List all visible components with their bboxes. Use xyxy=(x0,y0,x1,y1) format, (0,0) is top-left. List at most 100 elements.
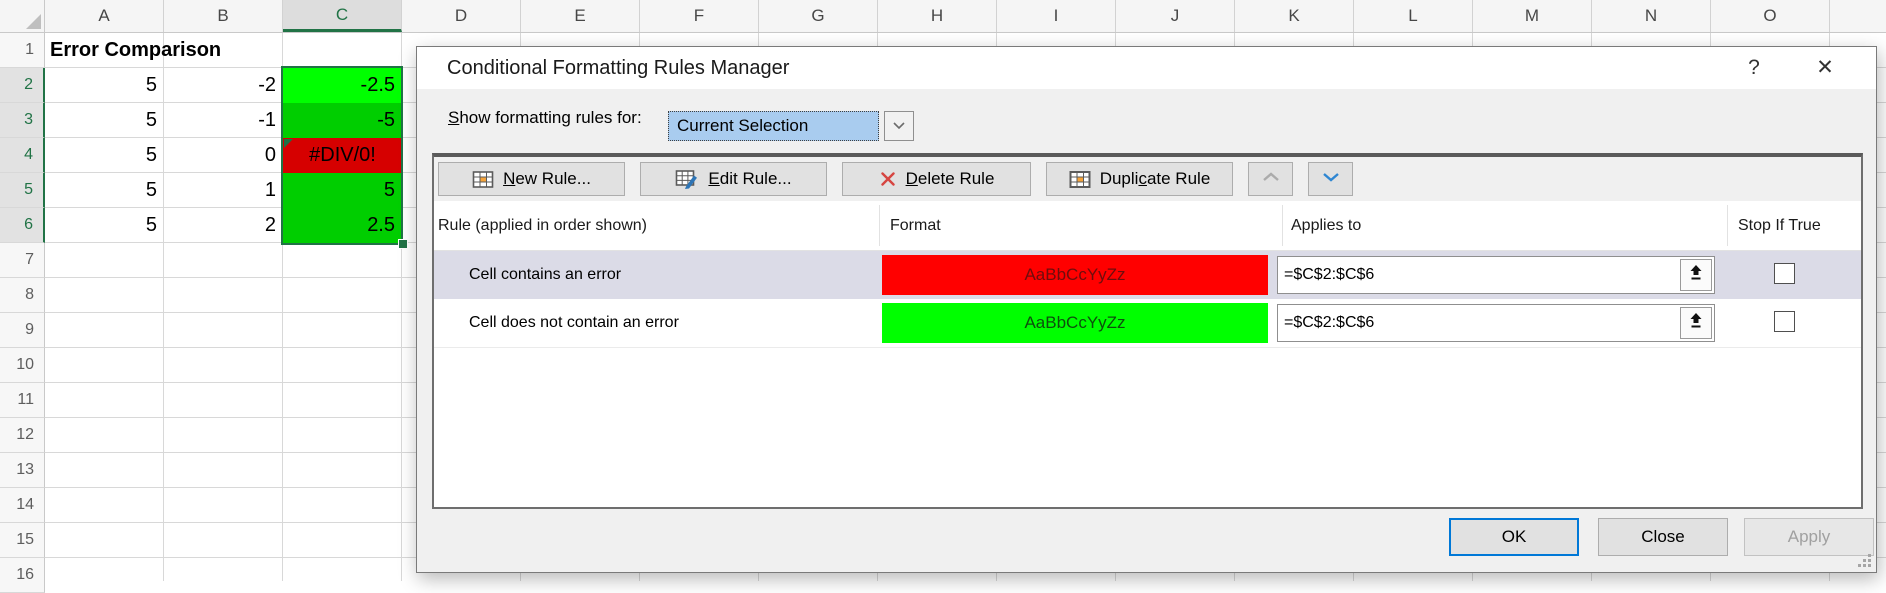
dropdown-arrow-button[interactable] xyxy=(884,111,914,141)
rules-list-header: Rule (applied in order shown) Format App… xyxy=(434,201,1861,251)
applies-to-input[interactable]: =$C$2:$C$6 xyxy=(1277,256,1715,294)
cell-B2[interactable]: -2 xyxy=(164,68,283,103)
row-header-6[interactable]: 6 xyxy=(0,208,45,243)
row-header-7[interactable]: 7 xyxy=(0,243,45,278)
col-stop-if-true-header: Stop If True xyxy=(1738,201,1821,250)
cell-B3[interactable]: -1 xyxy=(164,103,283,138)
col-header-G[interactable]: G xyxy=(759,0,878,32)
collapse-dialog-button[interactable] xyxy=(1680,307,1712,339)
close-button[interactable]: Close xyxy=(1598,518,1728,556)
col-format-header: Format xyxy=(890,201,941,250)
cell-C6[interactable]: 2.5 xyxy=(283,208,402,243)
duplicate-rule-button[interactable]: Duplicate Rule xyxy=(1046,162,1233,196)
scope-dropdown[interactable]: Current Selection xyxy=(668,111,914,141)
row-header-1[interactable]: 1 xyxy=(0,33,45,68)
cf-rules-manager-dialog: Conditional Formatting Rules Manager ? ✕… xyxy=(416,46,1877,573)
format-preview: AaBbCcYyZz xyxy=(882,255,1268,295)
error-flag-icon xyxy=(284,139,293,148)
rules-toolbar: New Rule... Edit Rule... Delete Rule xyxy=(434,157,1861,201)
edit-rule-button[interactable]: Edit Rule... xyxy=(640,162,827,196)
row-header-2[interactable]: 2 xyxy=(0,68,45,103)
apply-button[interactable]: Apply xyxy=(1744,518,1874,556)
scope-dropdown-value[interactable]: Current Selection xyxy=(668,111,879,141)
col-applies-to-header: Applies to xyxy=(1291,201,1361,250)
move-rule-down-button[interactable] xyxy=(1308,162,1353,196)
row-header-12[interactable]: 12 xyxy=(0,418,45,453)
cell-A1[interactable]: Error Comparison xyxy=(50,33,221,68)
row-header-4[interactable]: 4 xyxy=(0,138,45,173)
chevron-up-icon xyxy=(1261,170,1281,188)
help-button[interactable]: ? xyxy=(1732,47,1776,89)
delete-x-icon xyxy=(879,170,897,188)
table-duplicate-icon xyxy=(1069,170,1091,189)
rule-row-error[interactable]: Cell contains an error AaBbCcYyZz =$C$2:… xyxy=(434,251,1861,299)
col-header-K[interactable]: K xyxy=(1235,0,1354,32)
row-header-3[interactable]: 3 xyxy=(0,103,45,138)
col-header-H[interactable]: H xyxy=(878,0,997,32)
col-header-D[interactable]: D xyxy=(402,0,521,32)
close-icon[interactable]: ✕ xyxy=(1802,47,1848,89)
col-header-F[interactable]: F xyxy=(640,0,759,32)
select-all-triangle-icon xyxy=(26,14,41,29)
col-header-N[interactable]: N xyxy=(1592,0,1711,32)
cell-C4[interactable]: #DIV/0! xyxy=(283,138,402,173)
col-header-B[interactable]: B xyxy=(164,0,283,32)
row-header-15[interactable]: 15 xyxy=(0,523,45,558)
dialog-titlebar: Conditional Formatting Rules Manager ? ✕ xyxy=(417,47,1876,89)
row-header-11[interactable]: 11 xyxy=(0,383,45,418)
delete-rule-button[interactable]: Delete Rule xyxy=(842,162,1031,196)
row-header-5[interactable]: 5 xyxy=(0,173,45,208)
cell-A6[interactable]: 5 xyxy=(45,208,164,243)
new-rule-button[interactable]: New Rule... xyxy=(438,162,625,196)
col-header-C[interactable]: C xyxy=(283,0,402,32)
cell-A4[interactable]: 5 xyxy=(45,138,164,173)
cell-A3[interactable]: 5 xyxy=(45,103,164,138)
rule-name: Cell does not contain an error xyxy=(469,299,679,347)
excel-screen: ABCDEFGHIJKLMNO 12345678910111213141516 … xyxy=(0,0,1886,581)
new-rule-label: New Rule... xyxy=(503,169,591,189)
col-header-A[interactable]: A xyxy=(45,0,164,32)
rule-name: Cell contains an error xyxy=(469,251,621,299)
cell-B6[interactable]: 2 xyxy=(164,208,283,243)
col-header-I[interactable]: I xyxy=(997,0,1116,32)
cell-B4[interactable]: 0 xyxy=(164,138,283,173)
col-header-L[interactable]: L xyxy=(1354,0,1473,32)
row-header-8[interactable]: 8 xyxy=(0,278,45,313)
row-header-16[interactable]: 16 xyxy=(0,558,45,593)
header-separator xyxy=(1282,205,1283,246)
collapse-dialog-button[interactable] xyxy=(1680,259,1712,291)
col-header-M[interactable]: M xyxy=(1473,0,1592,32)
duplicate-rule-label: Duplicate Rule xyxy=(1100,169,1211,189)
col-rule-header: Rule (applied in order shown) xyxy=(438,201,647,250)
stop-if-true-checkbox[interactable] xyxy=(1774,263,1795,284)
row-header-13[interactable]: 13 xyxy=(0,453,45,488)
fill-handle[interactable] xyxy=(398,239,408,249)
ok-button[interactable]: OK xyxy=(1449,518,1579,556)
cell-C2[interactable]: -2.5 xyxy=(283,68,402,103)
row-header-14[interactable]: 14 xyxy=(0,488,45,523)
chevron-down-icon xyxy=(892,117,906,135)
cell-B5[interactable]: 1 xyxy=(164,173,283,208)
stop-if-true-checkbox[interactable] xyxy=(1774,311,1795,332)
col-header-E[interactable]: E xyxy=(521,0,640,32)
resize-grip[interactable] xyxy=(1868,564,1871,567)
applies-to-value: =$C$2:$C$6 xyxy=(1284,305,1374,340)
dialog-title: Conditional Formatting Rules Manager xyxy=(447,47,789,89)
rule-row-no-error[interactable]: Cell does not contain an error AaBbCcYyZ… xyxy=(434,299,1861,348)
select-all-corner[interactable] xyxy=(0,0,45,32)
row-header-10[interactable]: 10 xyxy=(0,348,45,383)
applies-to-value: =$C$2:$C$6 xyxy=(1284,257,1374,292)
format-preview: AaBbCcYyZz xyxy=(882,303,1268,343)
col-header-O[interactable]: O xyxy=(1711,0,1830,32)
cell-C5[interactable]: 5 xyxy=(283,173,402,208)
move-rule-up-button[interactable] xyxy=(1248,162,1293,196)
col-header-J[interactable]: J xyxy=(1116,0,1235,32)
cell-A5[interactable]: 5 xyxy=(45,173,164,208)
table-new-icon xyxy=(472,170,494,189)
cell-C3[interactable]: -5 xyxy=(283,103,402,138)
row-header-9[interactable]: 9 xyxy=(0,313,45,348)
header-separator xyxy=(1727,205,1728,246)
applies-to-input[interactable]: =$C$2:$C$6 xyxy=(1277,304,1715,342)
cell-A2[interactable]: 5 xyxy=(45,68,164,103)
show-rules-label: Show formatting rules for: xyxy=(448,108,642,128)
